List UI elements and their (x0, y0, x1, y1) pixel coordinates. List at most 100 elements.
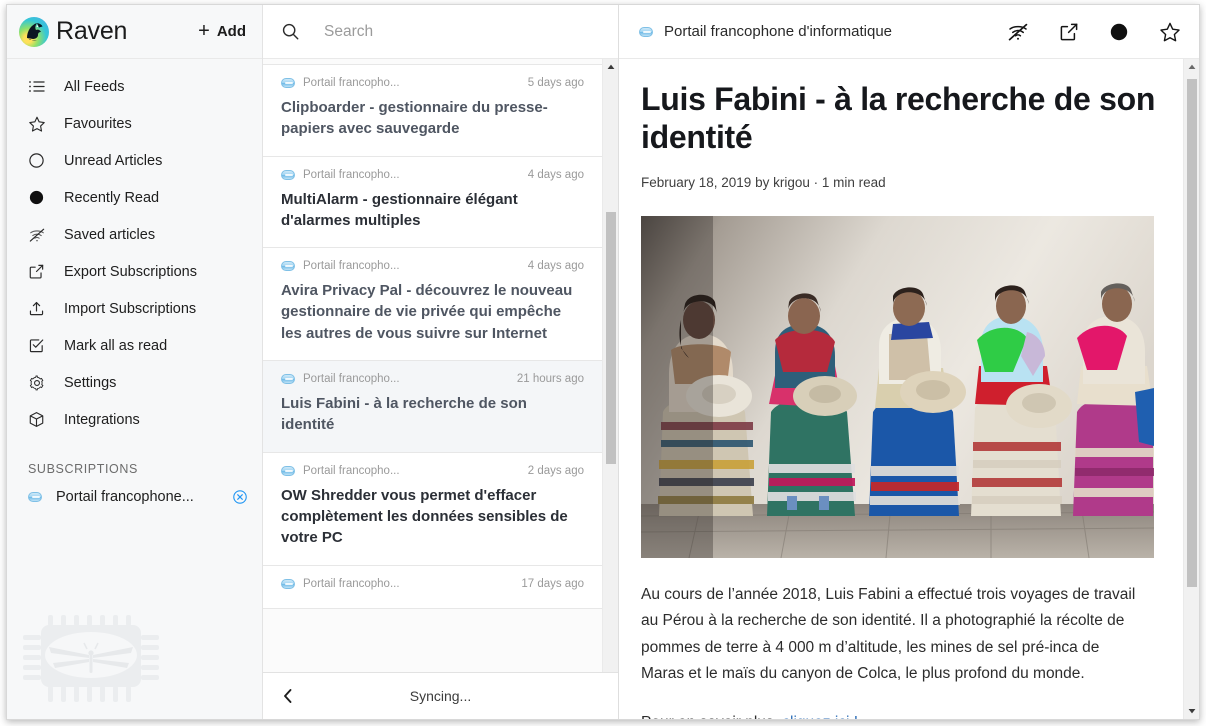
list-icon (28, 78, 50, 95)
article-outro-prefix: Pour en savoir plus, (641, 714, 782, 719)
article-meta: Portail francopho... 4 days ago (281, 260, 584, 272)
article-list: Portail francopho... 5 days ago Clipboar… (263, 59, 602, 609)
article-age: 21 hours ago (516, 373, 584, 386)
article-age: 2 days ago (527, 464, 584, 477)
article-age: 4 days ago (527, 260, 584, 273)
article-headline: Luis Fabini - à la recherche de son iden… (641, 81, 1156, 155)
scrollbar-thumb[interactable] (1187, 78, 1197, 587)
article-list-item-selected[interactable]: Portail francopho... 21 hours ago Luis F… (263, 361, 602, 453)
wifi-off-icon[interactable] (1007, 21, 1029, 43)
article-source: Portail francopho... (303, 577, 400, 590)
article-source: Portail francopho... (303, 260, 400, 273)
article-list-scrollbar[interactable] (602, 59, 618, 672)
sidebar-item-label: Settings (64, 374, 117, 391)
check-square-icon (28, 337, 50, 354)
remove-circle-icon[interactable] (232, 489, 248, 505)
sidebar-item-label: All Feeds (64, 78, 125, 95)
chevron-up-icon[interactable] (603, 59, 618, 75)
add-button[interactable]: + Add (198, 19, 246, 42)
sidebar-item-label: Unread Articles (64, 152, 163, 169)
article-meta: Portail francopho... 5 days ago (281, 77, 584, 89)
article-outro: Pour en savoir plus, cliquez ici ! (641, 710, 1146, 719)
search-input[interactable] (324, 22, 604, 41)
feed-favicon (281, 78, 295, 88)
article-meta: Portail francopho... 2 days ago (281, 465, 584, 477)
sidebar-item-label: Saved articles (64, 226, 156, 243)
reader-header: Portail francophone d'informatique (619, 5, 1199, 59)
sidebar-nav: All Feeds Favourites Unread Articles Rec… (7, 59, 262, 438)
article-title: Avira Privacy Pal - découvrez le nouveau… (281, 282, 573, 342)
feed-favicon (281, 261, 295, 272)
star-icon[interactable] (1159, 21, 1181, 43)
sidebar-item-all-feeds[interactable]: All Feeds (7, 68, 262, 105)
article-list-item[interactable]: Portail francopho... 5 days ago Clipboar… (263, 65, 602, 157)
reader-pane: Portail francophone d'informatique Luis … (619, 5, 1199, 719)
scrollbar-thumb[interactable] (606, 212, 616, 464)
article-age: 17 days ago (521, 577, 584, 590)
article-source: Portail francopho... (303, 168, 400, 181)
article-byline: February 18, 2019 by krigou · 1 min read (641, 174, 886, 190)
article-list-item[interactable]: Portail francopho... 4 days ago MultiAla… (263, 156, 602, 249)
gear-icon (28, 374, 50, 392)
feed-favicon (281, 169, 295, 180)
sidebar-item-label: Favourites (64, 115, 132, 132)
sidebar-item-favourites[interactable]: Favourites (7, 105, 262, 142)
back-button[interactable] (277, 685, 299, 707)
app-window: Raven + Add All Feeds Favourites Unread … (6, 4, 1200, 720)
article-meta: Portail francopho... 4 days ago (281, 169, 584, 181)
article-title: OW Shredder vous permet d'effacer complè… (281, 486, 568, 547)
sidebar-item-unread-articles[interactable]: Unread Articles (7, 142, 262, 179)
article-meta: Portail francopho... 17 days ago (281, 578, 584, 590)
plus-icon: + (198, 19, 210, 42)
wifi-off-icon (28, 226, 50, 244)
article-list-column: Portail francopho... 5 days ago Clipboar… (263, 5, 619, 719)
feed-favicon (639, 26, 653, 37)
subscription-item[interactable]: Portail francophone... (7, 480, 262, 514)
article-link[interactable]: cliquez ici ! (782, 714, 858, 719)
brand-bar: Raven + Add (7, 5, 262, 59)
article-title: Clipboarder - gestionnaire du presse-pap… (281, 99, 548, 138)
article-list-item[interactable]: Portail francopho... 2 days ago OW Shred… (263, 452, 602, 566)
circle-outline-icon (28, 152, 50, 169)
article-title: Luis Fabini - à la recherche de son iden… (281, 395, 527, 434)
sidebar-item-recently-read[interactable]: Recently Read (7, 179, 262, 216)
article-source: Portail francopho... (303, 373, 400, 386)
article-list-item[interactable]: Portail francopho... 17 days ago (263, 565, 602, 609)
reader-content: Luis Fabini - à la recherche de son iden… (619, 59, 1199, 719)
article-list-item[interactable]: Portail francopho... 4 days ago Avira Pr… (263, 248, 602, 362)
external-link-icon[interactable] (1059, 22, 1079, 42)
sidebar-item-mark-all-as-read[interactable]: Mark all as read (7, 327, 262, 364)
app-title: Raven (56, 17, 128, 45)
circle-filled-icon[interactable] (1109, 22, 1129, 42)
sidebar-item-settings[interactable]: Settings (7, 364, 262, 401)
star-icon (28, 115, 50, 133)
sidebar: Raven + Add All Feeds Favourites Unread … (7, 5, 263, 719)
sidebar-item-saved-articles[interactable]: Saved articles (7, 216, 262, 253)
raven-logo-icon (19, 16, 49, 47)
reader-actions (1007, 21, 1181, 43)
article-age: 5 days ago (527, 77, 584, 89)
sidebar-item-label: Import Subscriptions (64, 300, 197, 317)
article-image (641, 215, 1154, 558)
sidebar-item-label: Integrations (64, 411, 140, 428)
article-paragraph: Au cours de l’année 2018, Luis Fabini a … (641, 585, 1136, 683)
sidebar-item-import-subscriptions[interactable]: Import Subscriptions (7, 290, 262, 327)
article-age: 4 days ago (527, 168, 584, 181)
sidebar-item-export-subscriptions[interactable]: Export Subscriptions (7, 253, 262, 290)
external-link-icon (28, 263, 50, 280)
article-source: Portail francopho... (303, 77, 400, 89)
subscriptions-header: SUBSCRIPTIONS (28, 462, 138, 476)
circle-filled-icon (28, 189, 50, 206)
reader-scrollbar[interactable] (1183, 59, 1199, 719)
search-icon (281, 22, 300, 41)
chevron-up-icon[interactable] (1184, 59, 1199, 75)
sidebar-item-integrations[interactable]: Integrations (7, 401, 262, 438)
reader-feed: Portail francophone d'informatique (639, 23, 892, 40)
feed-favicon (281, 578, 295, 589)
chevron-down-icon[interactable] (1184, 703, 1199, 719)
sidebar-item-label: Recently Read (64, 189, 160, 206)
feed-favicon (281, 374, 295, 385)
package-icon (28, 411, 50, 428)
status-bar: Syncing... (263, 672, 618, 719)
reader-feed-name: Portail francophone d'informatique (664, 23, 893, 40)
